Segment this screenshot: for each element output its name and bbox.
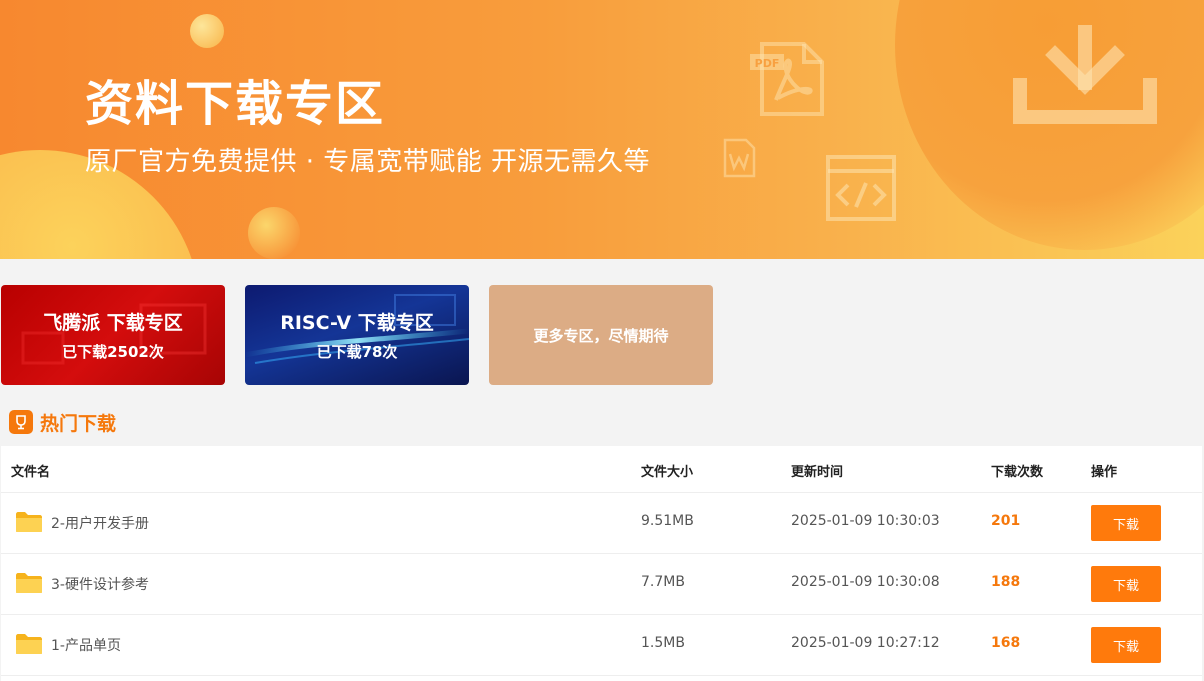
file-updated-time: 2025-01-09 10:30:08 [791,574,940,590]
zone-download-count: 已下载78次 [316,343,398,361]
zone-card-riscv[interactable]: RISC-V 下载专区 已下载78次 [245,285,469,385]
column-header-count: 下载次数 [991,465,1044,480]
file-size: 7.7MB [641,574,685,590]
zone-background-graphic [245,294,469,364]
page-subtitle: 原厂官方免费提供 · 专属宽带赋能 开源无需久等 [85,147,651,177]
table-row: 2-用户开发手册 9.51MB 2025-01-09 10:30:03 201 … [1,493,1202,554]
page-title: 资料下载专区 [85,76,386,132]
column-header-time: 更新时间 [791,465,844,480]
decor-circle [248,207,300,259]
download-count: 188 [991,574,1021,590]
file-name[interactable]: 2-用户开发手册 [51,513,149,533]
zone-title: 飞腾派 下载专区 [43,312,183,334]
zone-card-feitengpai[interactable]: 飞腾派 下载专区 已下载2502次 [1,285,225,385]
folder-icon [16,512,42,532]
trophy-icon [9,410,33,434]
download-button[interactable]: 下载 [1091,505,1161,541]
folder-icon [16,573,42,593]
zone-title: RISC-V 下载专区 [280,312,434,334]
file-updated-time: 2025-01-09 10:30:03 [791,513,940,529]
column-header-size: 文件大小 [641,465,694,480]
download-icon [1013,25,1157,124]
hot-downloads-header: 热门下载 [9,409,116,435]
file-size: 9.51MB [641,513,694,529]
download-button[interactable]: 下载 [1091,566,1161,602]
download-button[interactable]: 下载 [1091,627,1161,663]
folder-icon [16,634,42,654]
file-updated-time: 2025-01-09 10:27:12 [791,635,940,651]
table-row: 3-硬件设计参考 7.7MB 2025-01-09 10:30:08 188 下… [1,554,1202,615]
zone-title: 更多专区，尽情期待 [533,326,669,345]
table-header: 文件名 文件大小 更新时间 下载次数 操作 [1,446,1202,493]
decor-circle [190,14,224,48]
downloads-table: 文件名 文件大小 更新时间 下载次数 操作 2-用户开发手册 9.51MB 20… [1,446,1202,681]
download-count: 168 [991,635,1021,651]
zone-card-more[interactable]: 更多专区，尽情期待 [489,285,713,385]
section-title: 热门下载 [40,412,117,435]
pdf-file-icon: PDF [750,42,824,116]
zone-download-count: 已下载2502次 [62,343,164,361]
svg-text:PDF: PDF [755,57,780,70]
word-file-icon [723,138,756,178]
file-size: 1.5MB [641,635,685,651]
file-name[interactable]: 1-产品单页 [51,635,121,655]
column-header-name: 文件名 [11,465,51,480]
hero-banner: PDF 资料下载专区 原厂官方免费提供 · 专属宽带赋能 开源无需久等 [0,0,1204,259]
zone-background-graphic [21,303,207,365]
code-file-icon [826,155,896,221]
download-count: 201 [991,513,1021,529]
file-name[interactable]: 3-硬件设计参考 [51,574,149,594]
column-header-action: 操作 [1091,465,1118,480]
table-row: 1-产品单页 1.5MB 2025-01-09 10:27:12 168 下载 [1,615,1202,676]
